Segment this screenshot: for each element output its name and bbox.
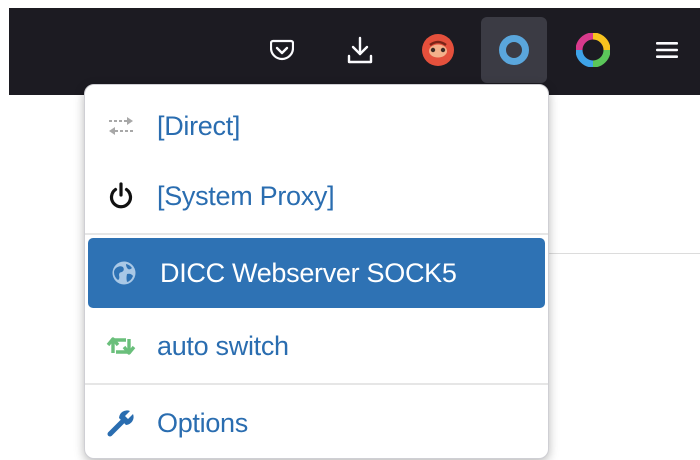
browser-window: [Direct] [System Proxy] DICC Webserver S… [0,0,700,460]
red-extension-button[interactable] [405,17,471,83]
menu-button[interactable] [634,17,700,83]
pocket-icon [270,39,294,61]
red-extension-icon [422,34,454,66]
menu-item-label: [System Proxy] [157,180,335,211]
menu-item-dicc-webserver[interactable]: DICC Webserver SOCK5 [88,238,545,308]
hamburger-menu-icon [656,42,678,58]
browser-toolbar [9,8,700,95]
menu-item-label: Options [157,407,248,438]
menu-item-label: [Direct] [157,110,241,141]
menu-item-label: auto switch [157,330,289,361]
menu-item-auto-switch[interactable]: auto switch [85,311,548,381]
menu-item-system-proxy[interactable]: [System Proxy] [85,161,548,231]
proxy-ring-icon [499,35,529,65]
proxy-popup-menu: [Direct] [System Proxy] DICC Webserver S… [84,84,549,459]
menu-divider [85,233,548,235]
power-icon [85,161,157,231]
menu-divider [85,383,548,385]
proxy-switcher-button[interactable] [481,17,547,83]
downloads-button[interactable] [327,17,393,83]
retweet-icon [85,311,157,381]
pocket-button[interactable] [249,17,315,83]
wrench-icon [85,388,157,458]
transfer-arrows-icon [85,91,157,161]
menu-item-options[interactable]: Options [85,388,548,458]
menu-item-direct[interactable]: [Direct] [85,91,548,161]
page-divider [546,253,700,254]
globe-icon [88,238,160,308]
color-extension-button[interactable] [560,17,626,83]
rainbow-ring-icon [576,33,610,67]
menu-item-label: DICC Webserver SOCK5 [160,257,457,288]
download-icon [347,36,373,64]
